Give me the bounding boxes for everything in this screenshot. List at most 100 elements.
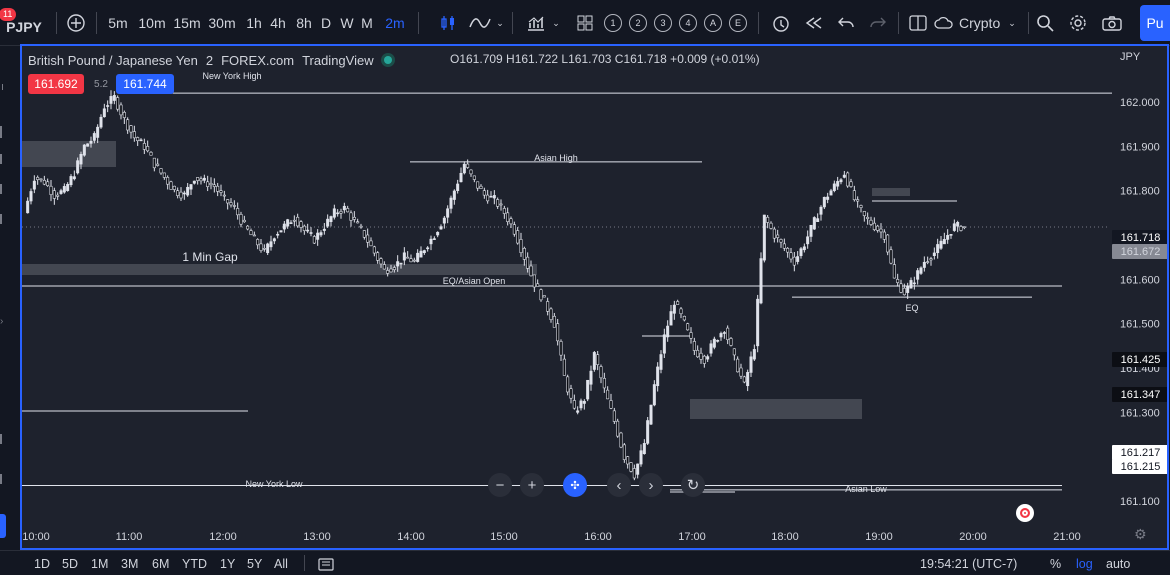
range-1y-button[interactable]: 1Y bbox=[220, 551, 235, 575]
layout-preset-4-button[interactable]: 4 bbox=[677, 0, 699, 46]
chevron-down-icon[interactable]: ⌄ bbox=[494, 0, 506, 46]
candle-body bbox=[342, 205, 346, 211]
candle-body bbox=[252, 234, 256, 237]
candle-body bbox=[286, 219, 290, 227]
range-1m-button[interactable]: 1M bbox=[91, 551, 108, 575]
publish-button[interactable]: Pu bbox=[1140, 5, 1170, 41]
log-toggle[interactable]: log bbox=[1076, 551, 1093, 575]
candle-body bbox=[482, 190, 486, 196]
time-tick-label: 21:00 bbox=[1053, 531, 1081, 543]
candle-body bbox=[752, 349, 756, 360]
candle-body bbox=[686, 323, 690, 331]
tool-icon[interactable] bbox=[0, 434, 4, 444]
candles-chart-type-button[interactable] bbox=[436, 0, 460, 46]
candle-body bbox=[792, 256, 796, 266]
candle-body bbox=[476, 181, 480, 189]
candle-body bbox=[399, 262, 403, 265]
tool-icon[interactable] bbox=[0, 184, 4, 194]
replay-alert-button[interactable] bbox=[768, 0, 794, 46]
compare-plus-button[interactable] bbox=[62, 0, 90, 46]
candle-body bbox=[232, 205, 236, 207]
clock-display[interactable]: 19:54:21 (UTC-7) bbox=[920, 551, 1017, 575]
candle-body bbox=[452, 190, 456, 200]
auto-toggle[interactable]: auto bbox=[1106, 551, 1130, 575]
candle-body bbox=[366, 234, 370, 243]
tool-icon[interactable] bbox=[0, 154, 4, 164]
search-button[interactable] bbox=[1034, 0, 1056, 46]
range-5d-button[interactable]: 5D bbox=[62, 551, 78, 575]
candle-body bbox=[119, 104, 123, 116]
camera-button[interactable] bbox=[1100, 0, 1124, 46]
scroll-right-button[interactable]: › bbox=[639, 473, 663, 497]
ohlc-values: O161.709 H161.722 L161.703 C161.718 +0.0… bbox=[450, 52, 760, 66]
chevron-right-icon[interactable]: › bbox=[0, 316, 3, 327]
interval-4h[interactable]: 4h bbox=[269, 0, 287, 46]
buy-button[interactable]: 161.744 bbox=[116, 74, 174, 94]
axis-settings-button[interactable]: ⚙ bbox=[1134, 526, 1147, 543]
range-1d-button[interactable]: 1D bbox=[34, 551, 50, 575]
range-6m-button[interactable]: 6M bbox=[152, 551, 169, 575]
rewind-button[interactable] bbox=[802, 0, 826, 46]
candle-body bbox=[222, 194, 226, 197]
undo-button[interactable] bbox=[834, 0, 858, 46]
financials-button[interactable] bbox=[524, 0, 548, 46]
layout-preset-3-button[interactable]: 3 bbox=[652, 0, 674, 46]
candle-body bbox=[519, 239, 523, 254]
tool-icon[interactable] bbox=[2, 84, 6, 90]
indicators-button[interactable] bbox=[466, 0, 494, 46]
layout-preset-e-button[interactable]: E bbox=[727, 0, 749, 46]
redo-button[interactable] bbox=[866, 0, 890, 46]
layout-grid-button[interactable] bbox=[574, 0, 596, 46]
sell-button[interactable]: 161.692 bbox=[28, 74, 84, 94]
split-layout-button[interactable] bbox=[906, 0, 930, 46]
candle-body bbox=[649, 404, 653, 425]
chevron-down-icon[interactable]: ⌄ bbox=[550, 0, 562, 46]
range-3m-button[interactable]: 3M bbox=[121, 551, 138, 575]
interval-15m[interactable]: 15m bbox=[172, 0, 202, 46]
scroll-left-button[interactable]: ‹ bbox=[607, 473, 631, 497]
reset-chart-button[interactable]: ↻ bbox=[681, 473, 705, 497]
interval-10m[interactable]: 10m bbox=[138, 0, 166, 46]
active-tool-indicator[interactable] bbox=[0, 514, 6, 538]
percent-toggle[interactable]: % bbox=[1050, 551, 1061, 575]
reset-scale-button[interactable]: ✣ bbox=[563, 473, 587, 497]
candle-body bbox=[939, 240, 943, 249]
zoom-in-button[interactable]: + bbox=[520, 473, 544, 497]
zoom-out-button[interactable]: − bbox=[488, 473, 512, 497]
candle-body bbox=[816, 218, 820, 223]
candle-body bbox=[952, 223, 956, 231]
candle-body bbox=[492, 195, 496, 199]
range-5y-button[interactable]: 5Y bbox=[247, 551, 262, 575]
tool-icon[interactable] bbox=[0, 126, 4, 138]
settings-button[interactable] bbox=[1066, 0, 1090, 46]
candle-body bbox=[109, 96, 113, 104]
candle-body bbox=[662, 334, 666, 354]
market-selector[interactable]: Crypto ⌄ bbox=[934, 0, 1026, 46]
date-range-button[interactable] bbox=[318, 551, 334, 575]
interval-2m[interactable]: 2m bbox=[383, 0, 407, 46]
redo-icon bbox=[870, 17, 886, 28]
price-tick-label: 161.500 bbox=[1120, 319, 1160, 331]
candle-body bbox=[856, 199, 860, 202]
interval-5m[interactable]: 5m bbox=[106, 0, 130, 46]
range-all-button[interactable]: All bbox=[274, 551, 288, 575]
layout-preset-a-button[interactable]: A bbox=[702, 0, 724, 46]
price-chart[interactable]: 162.000161.900161.800161.700161.600161.5… bbox=[22, 46, 1167, 548]
layout-preset-2-button[interactable]: 2 bbox=[627, 0, 649, 46]
tool-icon[interactable] bbox=[0, 474, 4, 484]
interval-M[interactable]: M bbox=[359, 0, 375, 46]
candle-body bbox=[696, 349, 700, 358]
interval-30m[interactable]: 30m bbox=[207, 0, 237, 46]
candle-body bbox=[359, 225, 363, 228]
record-button[interactable] bbox=[1016, 504, 1034, 522]
interval-8h[interactable]: 8h bbox=[294, 0, 314, 46]
instrument-name[interactable]: British Pound / Japanese Yen bbox=[28, 53, 198, 68]
layout-preset-1-button[interactable]: 1 bbox=[602, 0, 624, 46]
interval-W[interactable]: W bbox=[338, 0, 356, 46]
range-ytd-button[interactable]: YTD bbox=[182, 551, 207, 575]
interval-D[interactable]: D bbox=[319, 0, 333, 46]
interval-1h[interactable]: 1h bbox=[245, 0, 263, 46]
candle-body bbox=[242, 219, 246, 223]
chart-pane[interactable]: 162.000161.900161.800161.700161.600161.5… bbox=[20, 44, 1169, 550]
tool-icon[interactable] bbox=[0, 214, 4, 224]
